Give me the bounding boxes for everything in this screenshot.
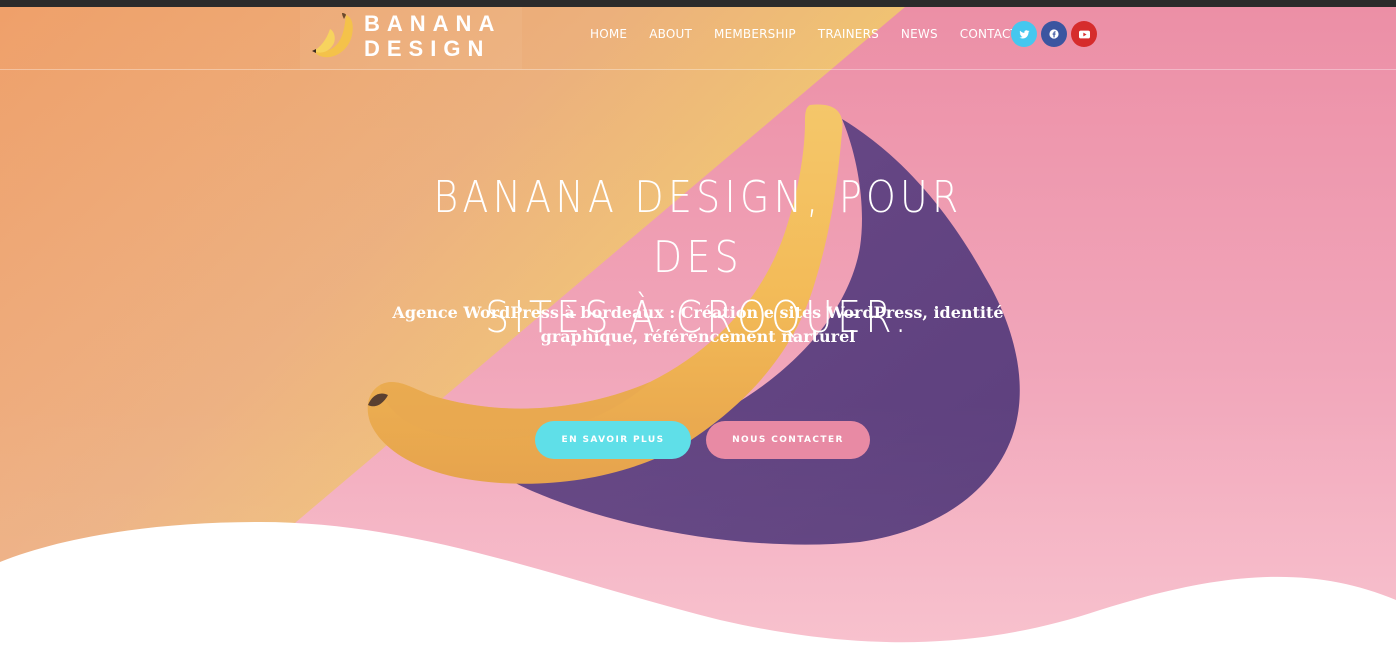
hero-headline-line-1: BANANA DESIGN, POUR DES	[433, 172, 963, 283]
contact-us-button[interactable]: NOUS CONTACTER	[706, 421, 870, 459]
nav-about[interactable]: ABOUT	[638, 27, 703, 41]
hero-bottom-wave	[0, 522, 1396, 654]
hero-subline-line-1: Agence WordPress à bordeaux : Création e…	[392, 303, 1004, 322]
hero-subline-line-2: graphique, référencement narturel	[540, 327, 856, 346]
site-logo[interactable]: BANANA DESIGN	[300, 7, 522, 69]
nav-trainers[interactable]: TRAINERS	[807, 27, 890, 41]
logo-line-1: BANANA	[364, 11, 502, 36]
logo-line-2: DESIGN	[364, 36, 491, 61]
facebook-icon[interactable]	[1041, 21, 1067, 47]
hero-subline: Agence WordPress à bordeaux : Création e…	[378, 301, 1018, 349]
social-links	[1011, 21, 1097, 47]
nav-home[interactable]: HOME	[579, 27, 638, 41]
logo-wordmark: BANANA DESIGN	[364, 11, 501, 61]
nav-news[interactable]: NEWS	[890, 27, 949, 41]
site-header: BANANA DESIGN HOME ABOUT MEMBERSHIP TRAI…	[0, 7, 1396, 70]
banana-logo-icon	[312, 13, 353, 58]
learn-more-button[interactable]: EN SAVOIR PLUS	[535, 421, 691, 459]
nav-membership[interactable]: MEMBERSHIP	[703, 27, 807, 41]
main-nav: HOME ABOUT MEMBERSHIP TRAINERS NEWS CONT…	[579, 27, 1029, 41]
twitter-icon[interactable]	[1011, 21, 1037, 47]
youtube-icon[interactable]	[1071, 21, 1097, 47]
admin-bar	[0, 0, 1396, 7]
